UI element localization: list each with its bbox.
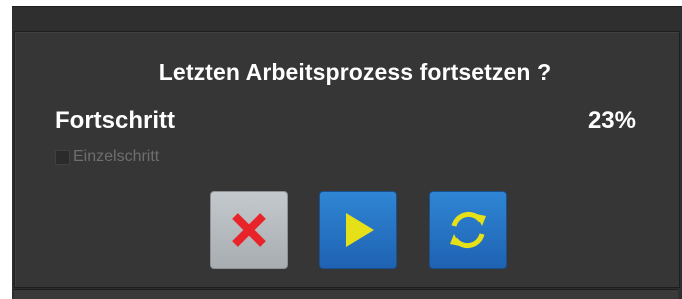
close-icon <box>232 213 266 247</box>
single-step-checkbox[interactable] <box>55 149 70 165</box>
progress-value: 23% <box>587 107 636 134</box>
refresh-icon <box>450 211 486 249</box>
play-icon <box>346 213 374 247</box>
dialog-title: Letzten Arbeitsprozess fortsetzen ? <box>158 59 552 85</box>
screen-frame: Letzten Arbeitsprozess fortsetzen ? Fort… <box>0 0 682 299</box>
single-step-label: Einzelschritt <box>73 148 160 165</box>
progress-label: Fortschritt <box>55 107 175 134</box>
cancel-button[interactable] <box>210 191 288 269</box>
single-step-option[interactable]: Einzelschritt <box>55 146 159 168</box>
restart-button[interactable] <box>429 191 507 269</box>
resume-button[interactable] <box>319 191 397 269</box>
